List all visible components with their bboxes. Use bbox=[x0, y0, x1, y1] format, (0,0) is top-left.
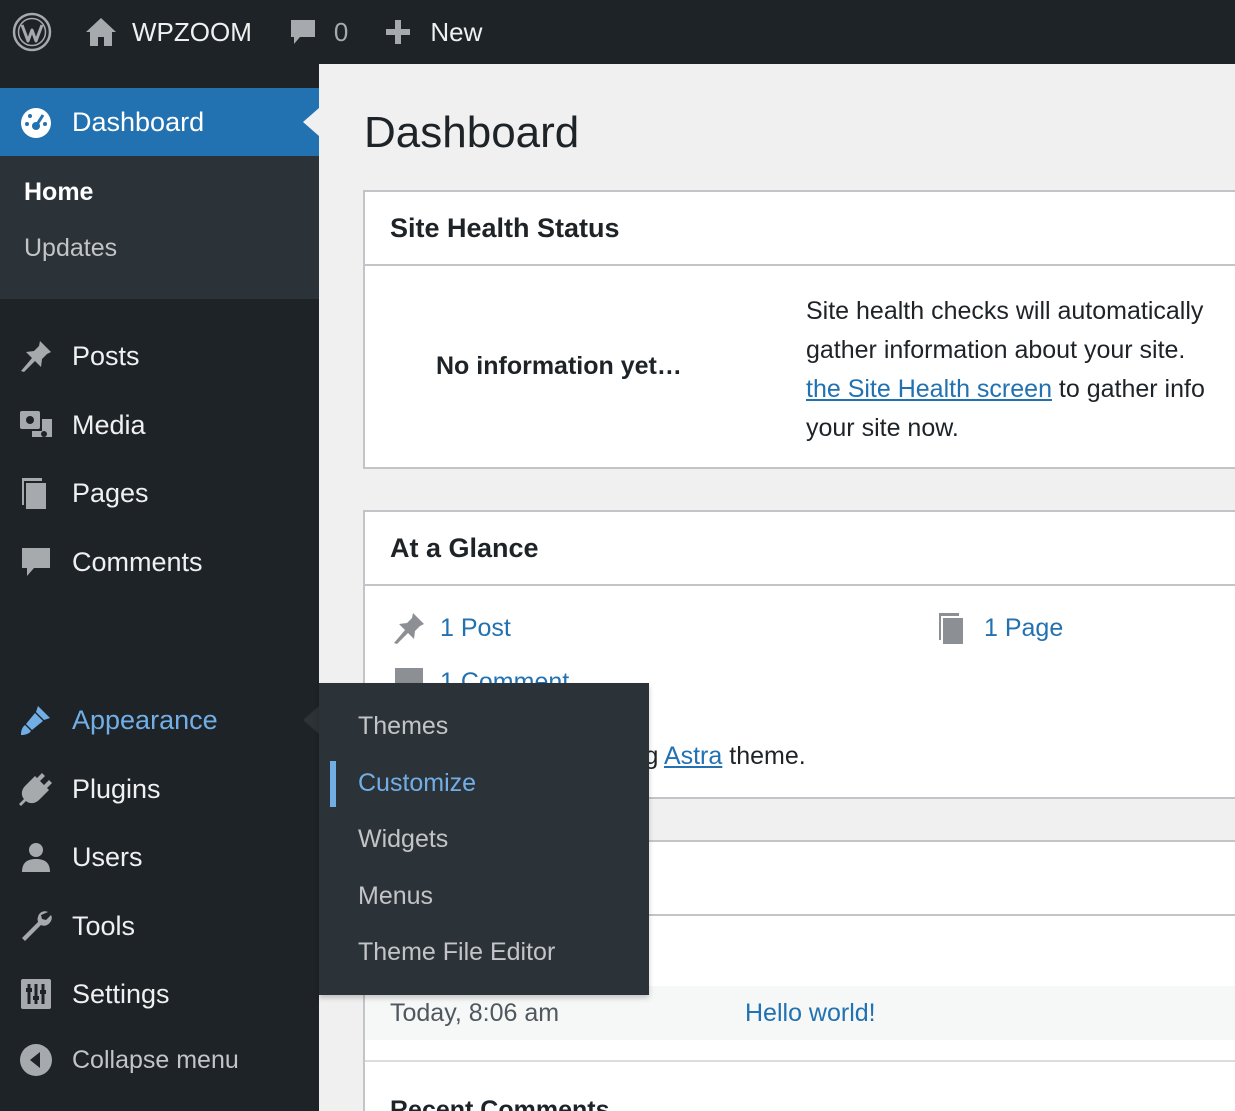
flyout-theme-file-editor[interactable]: Theme File Editor bbox=[319, 924, 649, 980]
menu-users-label: Users bbox=[72, 841, 143, 872]
media-icon bbox=[0, 391, 72, 459]
menu-media-label: Media bbox=[72, 409, 146, 440]
site-health-widget: Site Health Status No information yet… S… bbox=[363, 190, 1235, 469]
comments-count: 0 bbox=[333, 16, 349, 47]
menu-tools-label: Tools bbox=[72, 910, 136, 941]
new-content-button[interactable]: New bbox=[366, 0, 500, 64]
menu-plugins[interactable]: Plugins bbox=[0, 755, 319, 823]
recent-comments-heading: Recent Comments bbox=[390, 1096, 610, 1111]
site-health-line-4: your site now. bbox=[806, 414, 959, 442]
site-health-line-2: gather information about your site. bbox=[806, 336, 1186, 364]
glance-pages-link[interactable]: 1 Page bbox=[935, 610, 1063, 646]
glance-theme-line: ing Astra theme. bbox=[625, 742, 806, 771]
menu-comments[interactable]: Comments bbox=[0, 528, 319, 596]
home-icon bbox=[86, 18, 116, 46]
site-health-line-3: the Site Health screen to gather info bbox=[806, 370, 1235, 409]
menu-settings-label: Settings bbox=[72, 978, 170, 1009]
menu-appearance-label: Appearance bbox=[72, 704, 218, 735]
comments-icon bbox=[0, 528, 72, 596]
menu-comments-label: Comments bbox=[72, 546, 203, 577]
submenu-home[interactable]: Home bbox=[24, 178, 93, 207]
menu-media[interactable]: Media bbox=[0, 391, 319, 459]
menu-settings[interactable]: Settings bbox=[0, 960, 319, 1028]
menu-users[interactable]: Users bbox=[0, 823, 319, 891]
menu-pages[interactable]: Pages bbox=[0, 459, 319, 527]
glance-pages-label: 1 Page bbox=[984, 613, 1064, 642]
glance-posts-link[interactable]: 1 Post bbox=[391, 610, 511, 646]
site-health-description: Site health checks will automatically ga… bbox=[806, 292, 1235, 448]
dashboard-submenu: Home Updates bbox=[0, 156, 319, 299]
activity-divider-2 bbox=[365, 1060, 1235, 1062]
collapse-menu-label: Collapse menu bbox=[72, 1045, 239, 1074]
activity-post-link[interactable]: Hello world! bbox=[745, 999, 876, 1028]
pages-icon bbox=[939, 613, 963, 644]
menu-posts-label: Posts bbox=[72, 340, 140, 371]
admin-bar: WPZOOM 0 New bbox=[0, 0, 1235, 64]
site-health-no-info: No information yet… bbox=[436, 352, 682, 380]
menu-posts[interactable]: Posts bbox=[0, 322, 319, 390]
flyout-widgets[interactable]: Widgets bbox=[319, 811, 649, 867]
collapse-arrow-icon bbox=[0, 1043, 72, 1077]
pages-icon bbox=[0, 459, 72, 527]
site-name: WPZOOM bbox=[132, 16, 252, 47]
plug-icon bbox=[0, 755, 72, 823]
collapse-menu-button[interactable]: Collapse menu bbox=[0, 1026, 319, 1094]
site-name-link[interactable]: WPZOOM bbox=[64, 0, 270, 64]
plus-icon bbox=[386, 20, 411, 44]
comment-bubble-icon bbox=[290, 20, 315, 44]
new-label: New bbox=[430, 16, 483, 47]
flyout-customize[interactable]: Customize bbox=[319, 755, 649, 811]
pushpin-icon bbox=[0, 322, 72, 390]
theme-link[interactable]: Astra bbox=[664, 742, 722, 770]
glance-posts-label: 1 Post bbox=[440, 613, 511, 642]
site-health-line-3-rest: to gather info bbox=[1051, 375, 1205, 403]
menu-pages-label: Pages bbox=[72, 477, 149, 508]
menu-dashboard-label: Dashboard bbox=[72, 106, 205, 137]
site-health-screen-link[interactable]: the Site Health screen bbox=[806, 375, 1052, 403]
paintbrush-icon bbox=[0, 686, 72, 754]
settings-sliders-icon bbox=[0, 960, 72, 1028]
appearance-flyout-submenu: Themes Customize Widgets Menus Theme Fil… bbox=[319, 683, 649, 995]
page-title: Dashboard bbox=[364, 108, 580, 157]
comments-link[interactable]: 0 bbox=[270, 0, 366, 64]
menu-plugins-label: Plugins bbox=[72, 773, 161, 804]
menu-appearance[interactable]: Appearance bbox=[0, 686, 319, 754]
submenu-updates[interactable]: Updates bbox=[24, 234, 117, 263]
site-health-title[interactable]: Site Health Status bbox=[365, 192, 1235, 266]
menu-tools[interactable]: Tools bbox=[0, 892, 319, 960]
at-a-glance-title[interactable]: At a Glance bbox=[365, 512, 1235, 586]
pushpin-icon bbox=[394, 613, 424, 644]
menu-dashboard[interactable]: Dashboard bbox=[0, 88, 319, 156]
wrench-icon bbox=[0, 892, 72, 960]
user-icon bbox=[0, 823, 72, 891]
flyout-themes[interactable]: Themes bbox=[319, 698, 649, 754]
glance-theme-suffix: theme. bbox=[722, 742, 806, 770]
site-health-line-1: Site health checks will automatically bbox=[806, 297, 1204, 325]
activity-time: Today, 8:06 am bbox=[390, 998, 560, 1027]
wordpress-logo-icon bbox=[12, 12, 52, 52]
flyout-menus[interactable]: Menus bbox=[319, 868, 649, 924]
wordpress-logo-button[interactable] bbox=[0, 0, 64, 64]
admin-sidebar: Dashboard Home Updates Posts Media Pages… bbox=[0, 64, 319, 1111]
dashboard-gauge-icon bbox=[0, 88, 72, 156]
